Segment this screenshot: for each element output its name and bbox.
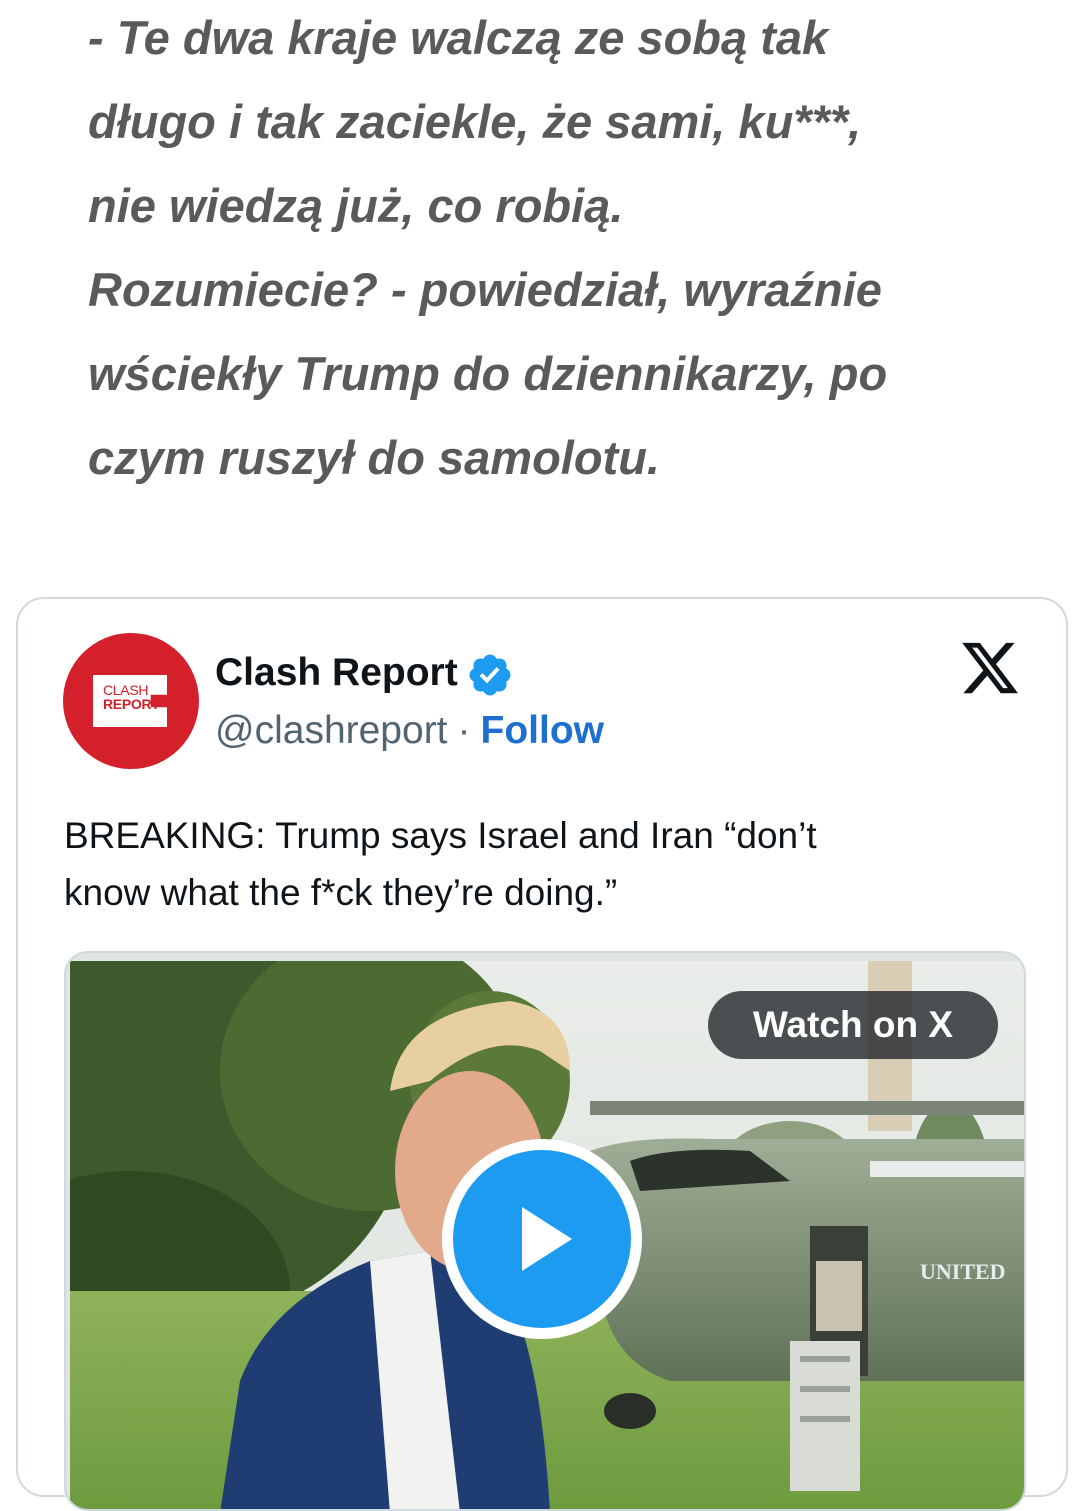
quote-line: Rozumiecie? - powiedział, wyraźnie (88, 263, 882, 316)
verified-badge-icon (469, 654, 511, 696)
avatar-logo-line2: REPORT (103, 696, 160, 712)
tweet-text: BREAKING: Trump says Israel and Iran “do… (64, 807, 1024, 921)
follow-button[interactable]: Follow (481, 709, 604, 753)
tweet-text-line: know what the f*ck they’re doing.” (64, 872, 618, 913)
play-icon (522, 1207, 572, 1271)
embedded-tweet-card[interactable]: CLASH REPORT Clash Report @clashreport ·… (16, 597, 1068, 1511)
author-name[interactable]: Clash Report (215, 651, 458, 695)
play-button[interactable] (442, 1139, 642, 1339)
quote-line: długo i tak zaciekle, że sami, ku***, (88, 95, 862, 148)
separator-dot: · (457, 709, 471, 752)
tweet-text-line: BREAKING: Trump says Israel and Iran “do… (64, 815, 817, 856)
article-quote: - Te dwa kraje walczą ze sobą tak długo … (88, 0, 1048, 500)
avatar[interactable]: CLASH REPORT (63, 633, 199, 769)
video-thumbnail[interactable]: UNITED Watch on X (64, 951, 1026, 1511)
quote-line: - Te dwa kraje walczą ze sobą tak (88, 11, 829, 64)
avatar-logo-text: CLASH REPORT (103, 683, 160, 711)
author-handle-row: @clashreport · Follow (215, 703, 604, 759)
helicopter-lettering: UNITED (920, 1259, 1006, 1284)
author-handle[interactable]: @clashreport (215, 709, 448, 753)
watch-on-x-button[interactable]: Watch on X (708, 991, 998, 1059)
avatar-logo-line1: CLASH (103, 682, 149, 698)
x-logo-icon[interactable] (958, 637, 1022, 699)
quote-line: wściekły Trump do dziennikarzy, po (88, 347, 888, 400)
author-name-row: Clash Report (215, 645, 514, 701)
quote-line: czym ruszył do samolotu. (88, 431, 660, 484)
play-button-circle (453, 1150, 631, 1328)
quote-line: nie wiedzą już, co robią. (88, 179, 624, 232)
